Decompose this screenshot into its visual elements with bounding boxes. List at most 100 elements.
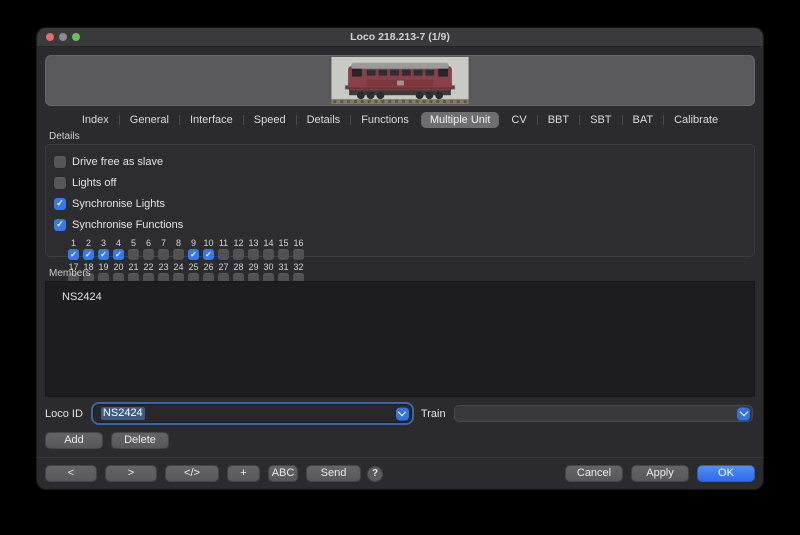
function-cell: 5 xyxy=(128,238,139,260)
tab-index[interactable]: Index xyxy=(73,112,118,128)
train-label: Train xyxy=(421,408,446,420)
function-cell: 16 xyxy=(293,238,304,260)
function-number: 12 xyxy=(233,238,243,248)
function-number: 5 xyxy=(131,238,136,248)
function-checkbox-16[interactable] xyxy=(293,249,304,260)
footer-nav-buttons: < > </> + ABC Send xyxy=(45,465,361,482)
checkbox-label: Synchronise Functions xyxy=(72,219,183,231)
checkbox-row: Synchronise Functions xyxy=(54,214,746,235)
function-checkbox-13[interactable] xyxy=(248,249,259,260)
zoom-button[interactable] xyxy=(72,33,80,41)
tab-functions[interactable]: Functions xyxy=(352,112,418,128)
function-cell: 1 xyxy=(68,238,79,260)
checkbox-label: Synchronise Lights xyxy=(72,198,165,210)
details-group-label: Details xyxy=(49,131,763,142)
function-checkbox-1[interactable] xyxy=(68,249,79,260)
checkbox-lights-off[interactable] xyxy=(54,177,66,189)
tab-speed[interactable]: Speed xyxy=(245,112,295,128)
window-title: Loco 218.213-7 (1/9) xyxy=(37,31,763,43)
minimize-button[interactable] xyxy=(59,33,67,41)
footer-confirm-buttons: Cancel Apply OK xyxy=(565,465,755,482)
add-loco-button[interactable]: + xyxy=(227,465,260,482)
close-button[interactable] xyxy=(46,33,54,41)
function-checkbox-9[interactable] xyxy=(188,249,199,260)
function-grid-row: 12345678910111213141516 xyxy=(68,238,746,260)
footer-toolbar: < > </> + ABC Send ? Cancel Apply OK xyxy=(37,457,763,489)
loco-image-panel xyxy=(45,55,755,106)
function-cell: 8 xyxy=(173,238,184,260)
abc-button[interactable]: ABC xyxy=(268,465,298,482)
tab-bat[interactable]: BAT xyxy=(624,112,663,128)
function-cell: 14 xyxy=(263,238,274,260)
function-number: 13 xyxy=(248,238,258,248)
tab-calibrate[interactable]: Calibrate xyxy=(665,112,727,128)
checkbox-synchronise-lights[interactable] xyxy=(54,198,66,210)
function-checkbox-11[interactable] xyxy=(218,249,229,260)
loco-id-value: NS2424 xyxy=(101,407,145,420)
checkbox-row: Drive free as slave xyxy=(54,151,746,172)
loco-id-dropdown-button[interactable] xyxy=(396,407,409,420)
titlebar[interactable]: Loco 218.213-7 (1/9) xyxy=(37,28,763,47)
details-group: Drive free as slave Lights off Synchronise… xyxy=(45,144,755,257)
function-checkbox-7[interactable] xyxy=(158,249,169,260)
add-button[interactable]: Add xyxy=(45,432,103,449)
function-checkbox-3[interactable] xyxy=(98,249,109,260)
function-number: 11 xyxy=(219,238,228,248)
checkbox-synchronise-functions[interactable] xyxy=(54,219,66,231)
function-number: 16 xyxy=(293,238,303,248)
tab-multiple-unit[interactable]: Multiple Unit xyxy=(421,112,500,128)
send-button[interactable]: Send xyxy=(306,465,361,482)
loco-dialog-window: Loco 218.213-7 (1/9) xyxy=(36,27,764,490)
tab-separator xyxy=(579,115,580,125)
function-cell: 4 xyxy=(113,238,124,260)
function-checkbox-6[interactable] xyxy=(143,249,154,260)
loco-image xyxy=(330,57,470,104)
function-checkbox-5[interactable] xyxy=(128,249,139,260)
function-number: 7 xyxy=(161,238,166,248)
function-number: 15 xyxy=(278,238,288,248)
delete-button[interactable]: Delete xyxy=(111,432,169,449)
loco-id-combobox[interactable]: NS2424 xyxy=(94,405,411,422)
tab-separator xyxy=(537,115,538,125)
tab-separator xyxy=(350,115,351,125)
function-cell: 15 xyxy=(278,238,289,260)
function-checkbox-14[interactable] xyxy=(263,249,274,260)
function-number: 9 xyxy=(191,238,196,248)
ok-button[interactable]: OK xyxy=(697,465,755,482)
checkbox-label: Drive free as slave xyxy=(72,156,163,168)
function-checkbox-10[interactable] xyxy=(203,249,214,260)
tab-separator xyxy=(663,115,664,125)
apply-button[interactable]: Apply xyxy=(631,465,689,482)
function-number: 4 xyxy=(116,238,121,248)
function-checkbox-12[interactable] xyxy=(233,249,244,260)
compare-button[interactable]: </> xyxy=(165,465,219,482)
function-number: 6 xyxy=(146,238,151,248)
tab-bbt[interactable]: BBT xyxy=(539,112,578,128)
function-checkbox-8[interactable] xyxy=(173,249,184,260)
tab-details[interactable]: Details xyxy=(298,112,350,128)
members-group-label: Members xyxy=(49,268,763,279)
function-number: 10 xyxy=(203,238,213,248)
checkbox-drive-free-as-slave[interactable] xyxy=(54,156,66,168)
train-combobox[interactable] xyxy=(454,405,753,422)
function-checkbox-4[interactable] xyxy=(113,249,124,260)
members-list[interactable]: NS2424 xyxy=(45,281,755,397)
tab-separator xyxy=(179,115,180,125)
train-dropdown-button[interactable] xyxy=(737,407,750,420)
function-checkbox-15[interactable] xyxy=(278,249,289,260)
function-number: 14 xyxy=(263,238,273,248)
tab-cv[interactable]: CV xyxy=(502,112,535,128)
cancel-button[interactable]: Cancel xyxy=(565,465,623,482)
prev-loco-button[interactable]: < xyxy=(45,465,97,482)
function-cell: 9 xyxy=(188,238,199,260)
checkbox-label: Lights off xyxy=(72,177,116,189)
function-cell: 13 xyxy=(248,238,259,260)
tab-interface[interactable]: Interface xyxy=(181,112,242,128)
tab-general[interactable]: General xyxy=(121,112,178,128)
help-button[interactable]: ? xyxy=(367,466,383,482)
member-list-item[interactable]: NS2424 xyxy=(46,289,754,305)
function-number: 2 xyxy=(86,238,91,248)
function-checkbox-2[interactable] xyxy=(83,249,94,260)
next-loco-button[interactable]: > xyxy=(105,465,157,482)
tab-sbt[interactable]: SBT xyxy=(581,112,620,128)
